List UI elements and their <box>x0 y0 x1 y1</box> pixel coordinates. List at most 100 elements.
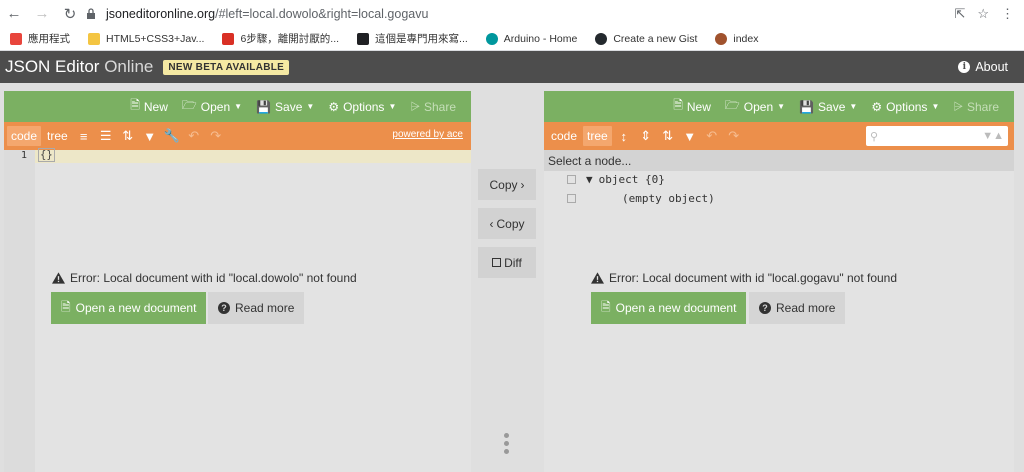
bookmark-star-icon[interactable]: ☆ <box>977 6 989 22</box>
bookmark-item[interactable]: 這個是專門用來寫... <box>353 27 472 51</box>
avatar-icon <box>715 32 728 45</box>
code-editor[interactable]: {} <box>38 148 55 162</box>
share-button[interactable]: ⩥ Share <box>403 99 463 114</box>
redo-icon[interactable]: ↷ <box>724 126 744 146</box>
file-icon: 🗎 <box>673 98 683 112</box>
floppy-icon: 💾 <box>799 99 815 114</box>
expand-arrow-icon[interactable]: ▼ <box>586 173 593 186</box>
gear-icon: ⚙ <box>871 99 883 114</box>
left-panel: 🗎 New 🗁 Open ▼ 💾 Save ▼ ⚙ Options ▼ ⩥ Share code… <box>4 91 471 472</box>
copy-to-left-button[interactable]: ‹ Copy <box>478 208 536 239</box>
share-icon: ⩥ <box>410 99 420 113</box>
warning-icon <box>591 272 604 284</box>
options-button[interactable]: ⚙ Options ▼ <box>321 100 403 114</box>
right-panel: 🗎 New 🗁 Open ▼ 💾 Save ▼ ⚙ Options ▼ ⩥ Share code… <box>544 91 1014 472</box>
checkbox-icon <box>492 258 502 267</box>
undo-icon[interactable]: ↶ <box>184 126 204 146</box>
save-button[interactable]: 💾 Save ▼ <box>249 100 321 114</box>
sort-icon[interactable]: ⇅ <box>658 126 678 146</box>
collapse-all-icon[interactable]: ⇕ <box>636 126 656 146</box>
options-button[interactable]: ⚙ Options ▼ <box>864 100 946 114</box>
mode-tree-button[interactable]: tree <box>43 126 72 146</box>
app-header: JSON Editor Online NEW BETA AVAILABLE i … <box>0 51 1024 83</box>
beta-badge[interactable]: NEW BETA AVAILABLE <box>163 59 290 75</box>
mode-tree-button[interactable]: tree <box>583 126 612 146</box>
caret-down-icon: ▼ <box>306 102 315 111</box>
bookmark-label: HTML5+CSS3+Jav... <box>106 32 205 45</box>
bookmark-item[interactable]: 6步驟，離開討厭的... <box>218 27 343 51</box>
warning-icon <box>52 272 65 284</box>
back-icon[interactable]: ← <box>0 0 28 27</box>
mode-code-button[interactable]: code <box>547 126 581 146</box>
share-button[interactable]: ⩥ Share <box>946 99 1006 114</box>
caret-down-icon: ▼ <box>931 102 940 111</box>
share-page-icon[interactable]: ⇱ <box>954 6 965 22</box>
line-number: 1 <box>20 150 27 161</box>
menu-dots-icon[interactable]: ⋮ <box>1001 6 1014 22</box>
drag-handle-icon[interactable] <box>504 433 510 454</box>
url-host: jsoneditoronline.org <box>106 6 216 21</box>
caret-down-icon: ▼ <box>234 102 243 111</box>
right-error-message: Error: Local document with id "local.gog… <box>591 271 897 285</box>
tree-row-empty: (empty object) <box>567 192 715 205</box>
drag-handle-icon[interactable] <box>567 194 576 203</box>
bookmark-label: 這個是專門用來寫... <box>375 33 468 45</box>
format-icon[interactable]: ≡ <box>74 126 94 146</box>
caret-down-icon: ▼ <box>849 102 858 111</box>
bookmark-item[interactable]: Arduino - Home <box>482 27 582 51</box>
powered-by-ace-link[interactable]: powered by ace <box>392 129 463 140</box>
file-icon: 🗎 <box>130 98 140 112</box>
diff-button[interactable]: Diff <box>478 247 536 278</box>
reload-icon[interactable]: ↻ <box>56 0 84 27</box>
node-navigation-bar[interactable]: Select a node... <box>544 150 1014 171</box>
right-read-more-button[interactable]: ? Read more <box>749 292 846 324</box>
bookmark-label: 應用程式 <box>28 33 70 45</box>
left-open-new-document-button[interactable]: 🗎 Open a new document <box>51 292 207 324</box>
left-read-more-button[interactable]: ? Read more <box>208 292 305 324</box>
mode-code-button[interactable]: code <box>7 126 42 146</box>
bookmark-item[interactable]: HTML5+CSS3+Jav... <box>84 27 208 51</box>
tree-search-input[interactable]: ⚲ ▼▲ <box>866 126 1008 146</box>
chevron-right-icon: › <box>520 177 525 192</box>
bookmark-item[interactable]: index <box>711 27 762 51</box>
about-link[interactable]: i About <box>958 51 1008 83</box>
bookmark-item[interactable]: Create a new Gist <box>591 27 701 51</box>
open-button[interactable]: 🗁 Open ▼ <box>718 96 792 117</box>
filter-icon[interactable]: ▼ <box>680 126 700 146</box>
share-icon: ⩥ <box>953 99 963 113</box>
question-icon: ? <box>218 302 230 314</box>
expand-all-icon[interactable]: ↕ <box>614 126 634 146</box>
compact-icon[interactable]: ☰ <box>96 126 116 146</box>
caret-down-icon: ▼ <box>777 102 786 111</box>
redo-icon[interactable]: ↷ <box>206 126 226 146</box>
new-button[interactable]: 🗎 New <box>666 96 718 117</box>
app-title: JSON Editor Online <box>5 57 154 76</box>
open-button[interactable]: 🗁 Open ▼ <box>175 96 249 117</box>
caret-down-icon: ▼ <box>388 102 397 111</box>
bookmark-label: Create a new Gist <box>613 32 698 45</box>
bookmark-item[interactable]: 應用程式 <box>6 27 74 51</box>
sort-icon[interactable]: ⇅ <box>118 126 138 146</box>
forward-icon[interactable]: → <box>28 0 56 27</box>
save-button[interactable]: 💾 Save ▼ <box>792 100 864 114</box>
left-menubar: 🗎 New 🗁 Open ▼ 💾 Save ▼ ⚙ Options ▼ ⩥ Share <box>4 91 471 122</box>
site-icon <box>357 32 370 45</box>
drag-handle-icon[interactable] <box>567 175 576 184</box>
folder-open-icon: 🗁 <box>724 98 740 112</box>
file-icon: 🗎 <box>61 299 71 314</box>
active-line <box>35 150 471 163</box>
search-options-icon[interactable]: ▼▲ <box>982 130 1004 142</box>
right-open-new-document-button[interactable]: 🗎 Open a new document <box>591 292 747 324</box>
code-gutter <box>4 150 35 472</box>
github-icon <box>595 32 608 45</box>
filter-icon[interactable]: ▼ <box>140 126 160 146</box>
folder-icon <box>88 32 100 45</box>
new-button[interactable]: 🗎 New <box>123 96 175 117</box>
tree-row-root[interactable]: ▼ object {0} <box>567 173 665 186</box>
bookmarks-bar: 應用程式 HTML5+CSS3+Jav... 6步驟，離開討厭的... 這個是專門用來… <box>0 27 1024 51</box>
browser-address-bar: ← → ↻ jsoneditoronline.org/#left=local.d… <box>0 0 1024 27</box>
repair-wrench-icon[interactable]: 🔧 <box>162 126 182 146</box>
undo-icon[interactable]: ↶ <box>702 126 722 146</box>
copy-to-right-button[interactable]: Copy › <box>478 169 536 200</box>
url-field[interactable]: jsoneditoronline.org/#left=local.dowolo&… <box>84 3 428 24</box>
